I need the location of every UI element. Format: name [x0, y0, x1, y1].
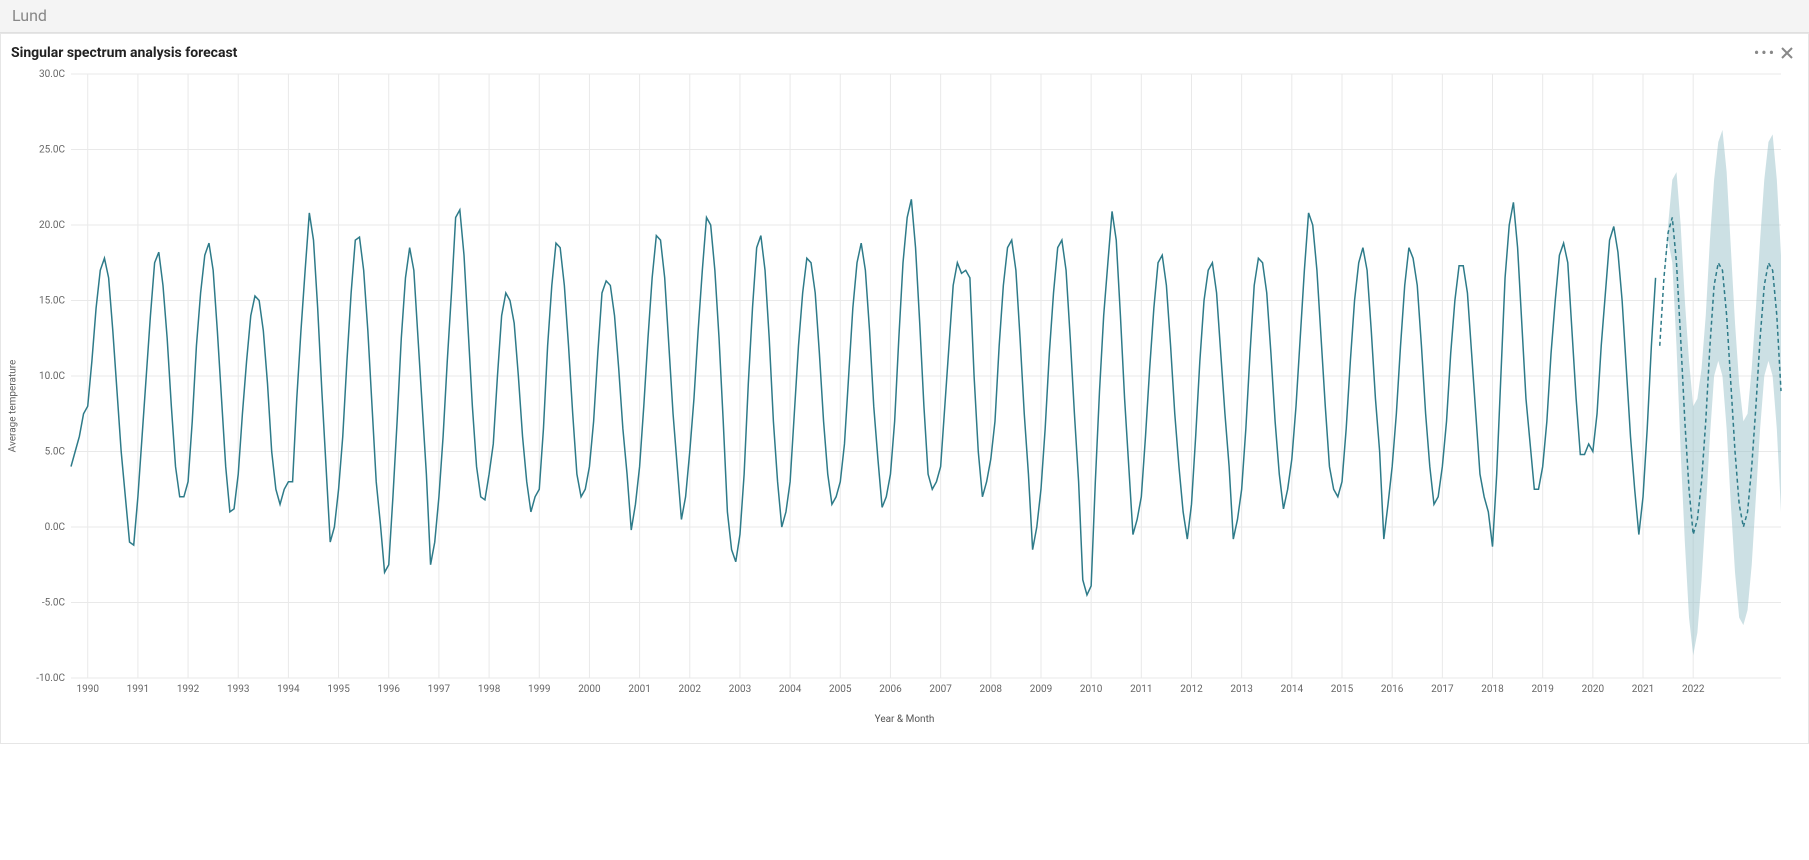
svg-text:2008: 2008 [980, 684, 1003, 695]
svg-text:1998: 1998 [478, 684, 501, 695]
svg-text:0.0C: 0.0C [45, 522, 66, 533]
svg-text:1992: 1992 [177, 684, 200, 695]
svg-text:2022: 2022 [1682, 684, 1705, 695]
svg-text:2004: 2004 [779, 684, 802, 695]
svg-text:2005: 2005 [829, 684, 852, 695]
svg-text:-10.0C: -10.0C [36, 673, 65, 684]
more-options-button[interactable]: ••• [1754, 42, 1776, 64]
svg-text:2013: 2013 [1230, 684, 1252, 695]
svg-text:1993: 1993 [227, 684, 249, 695]
svg-text:20.0C: 20.0C [39, 220, 65, 231]
svg-text:5.0C: 5.0C [45, 447, 66, 458]
svg-text:2016: 2016 [1381, 684, 1404, 695]
x-axis-label: Year & Month [11, 708, 1798, 733]
svg-text:-5.0C: -5.0C [42, 598, 66, 609]
card-title: Singular spectrum analysis forecast [11, 45, 237, 61]
svg-text:2006: 2006 [879, 684, 902, 695]
close-button[interactable] [1776, 42, 1798, 64]
svg-text:2017: 2017 [1431, 684, 1454, 695]
svg-text:2020: 2020 [1582, 684, 1605, 695]
svg-text:1996: 1996 [378, 684, 401, 695]
card-header: Singular spectrum analysis forecast ••• [1, 34, 1808, 68]
svg-text:1997: 1997 [428, 684, 451, 695]
y-axis-label: Average temperature [8, 359, 19, 452]
svg-text:15.0C: 15.0C [39, 296, 65, 307]
page-header: Lund [0, 0, 1809, 33]
svg-text:30.0C: 30.0C [39, 69, 65, 80]
svg-text:2000: 2000 [578, 684, 601, 695]
svg-text:2014: 2014 [1281, 684, 1304, 695]
svg-text:2003: 2003 [729, 684, 751, 695]
plot-area: Average temperature 1990 1991 1992 1993 1994… [1, 68, 1808, 743]
line-chart[interactable]: 1990 1991 1992 1993 1994 1995 1996 1997 1998 1999… [11, 68, 1791, 708]
svg-text:1990: 1990 [76, 684, 99, 695]
close-icon [1780, 46, 1794, 60]
svg-text:2001: 2001 [628, 684, 650, 695]
svg-text:1995: 1995 [327, 684, 350, 695]
svg-text:2018: 2018 [1481, 684, 1504, 695]
svg-text:1991: 1991 [127, 684, 149, 695]
chart-card: Singular spectrum analysis forecast ••• … [0, 33, 1809, 744]
svg-text:2010: 2010 [1080, 684, 1103, 695]
page-title: Lund [12, 6, 47, 25]
svg-text:25.0C: 25.0C [39, 145, 65, 156]
ellipsis-icon: ••• [1754, 45, 1776, 61]
svg-text:10.0C: 10.0C [39, 371, 65, 382]
svg-text:2009: 2009 [1030, 684, 1052, 695]
svg-text:1994: 1994 [277, 684, 300, 695]
svg-text:2007: 2007 [929, 684, 952, 695]
svg-text:2012: 2012 [1180, 684, 1203, 695]
svg-text:1999: 1999 [528, 684, 550, 695]
svg-text:2019: 2019 [1531, 684, 1553, 695]
svg-text:2021: 2021 [1632, 684, 1654, 695]
svg-text:2011: 2011 [1130, 684, 1152, 695]
svg-text:2015: 2015 [1331, 684, 1354, 695]
svg-text:2002: 2002 [679, 684, 702, 695]
